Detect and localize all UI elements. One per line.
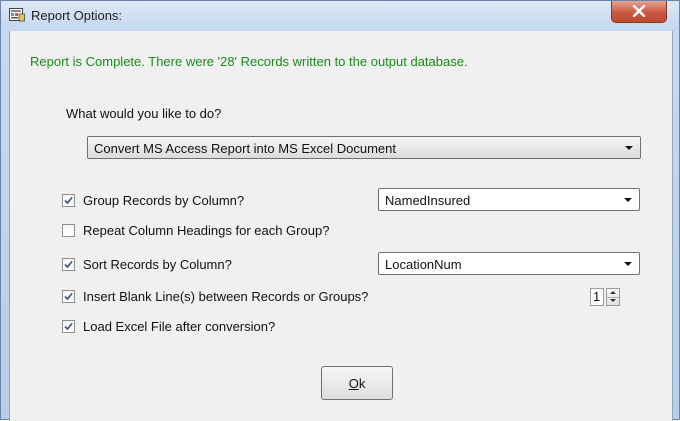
checkbox-check-icon <box>64 322 73 331</box>
close-button[interactable] <box>611 1 667 23</box>
load-excel-check[interactable] <box>62 320 75 333</box>
checkbox-check-icon <box>64 260 73 269</box>
group-by-select[interactable]: NamedInsured <box>378 188 640 211</box>
status-message: Report is Complete. There were '28' Reco… <box>30 54 468 69</box>
load-excel-label: Load Excel File after conversion? <box>83 319 276 334</box>
blank-lines-input[interactable]: 1 <box>590 288 604 306</box>
group-records-label: Group Records by Column? <box>83 193 245 208</box>
report-icon <box>9 8 25 22</box>
blank-lines-spinner <box>606 288 620 306</box>
sort-records-label: Sort Records by Column? <box>83 257 232 272</box>
title-bar[interactable]: Report Options: <box>1 1 679 31</box>
sort-records-checkbox[interactable]: Sort Records by Column? <box>62 257 352 273</box>
sort-records-check[interactable] <box>62 258 75 271</box>
checkbox-check-icon <box>64 292 73 301</box>
repeat-headings-checkbox[interactable]: Repeat Column Headings for each Group? <box>62 223 402 239</box>
insert-blank-lines-label: Insert Blank Line(s) between Records or … <box>83 289 369 304</box>
report-options-dialog: Report Options: Report is Complete. Ther… <box>0 0 680 421</box>
repeat-headings-check[interactable] <box>62 224 75 237</box>
spin-down-icon[interactable] <box>607 297 619 305</box>
group-records-checkbox[interactable]: Group Records by Column? <box>62 193 352 209</box>
dialog-body: Report is Complete. There were '28' Reco… <box>9 31 673 421</box>
insert-blank-lines-check[interactable] <box>62 290 75 303</box>
action-select[interactable]: Convert MS Access Report into MS Excel D… <box>87 136 641 159</box>
dropdown-arrow-icon <box>624 262 632 266</box>
action-question-label: What would you like to do? <box>66 106 222 121</box>
ok-label-rest: k <box>358 376 366 391</box>
sort-by-select[interactable]: LocationNum <box>378 252 640 275</box>
sort-by-select-value: LocationNum <box>385 257 462 272</box>
group-records-check[interactable] <box>62 194 75 207</box>
load-excel-checkbox[interactable]: Load Excel File after conversion? <box>62 319 332 335</box>
action-select-value: Convert MS Access Report into MS Excel D… <box>94 141 397 156</box>
group-by-select-value: NamedInsured <box>385 193 471 208</box>
ok-button[interactable]: Ok <box>321 366 393 400</box>
window-title: Report Options: <box>31 8 123 23</box>
checkbox-check-icon <box>64 196 73 205</box>
ok-mnemonic: O <box>348 376 359 391</box>
insert-blank-lines-checkbox[interactable]: Insert Blank Line(s) between Records or … <box>62 289 462 305</box>
repeat-headings-label: Repeat Column Headings for each Group? <box>83 223 330 238</box>
ok-button-label: Ok <box>322 376 392 391</box>
dropdown-arrow-icon <box>624 198 632 202</box>
close-icon <box>632 5 646 17</box>
dropdown-arrow-icon <box>625 146 633 150</box>
